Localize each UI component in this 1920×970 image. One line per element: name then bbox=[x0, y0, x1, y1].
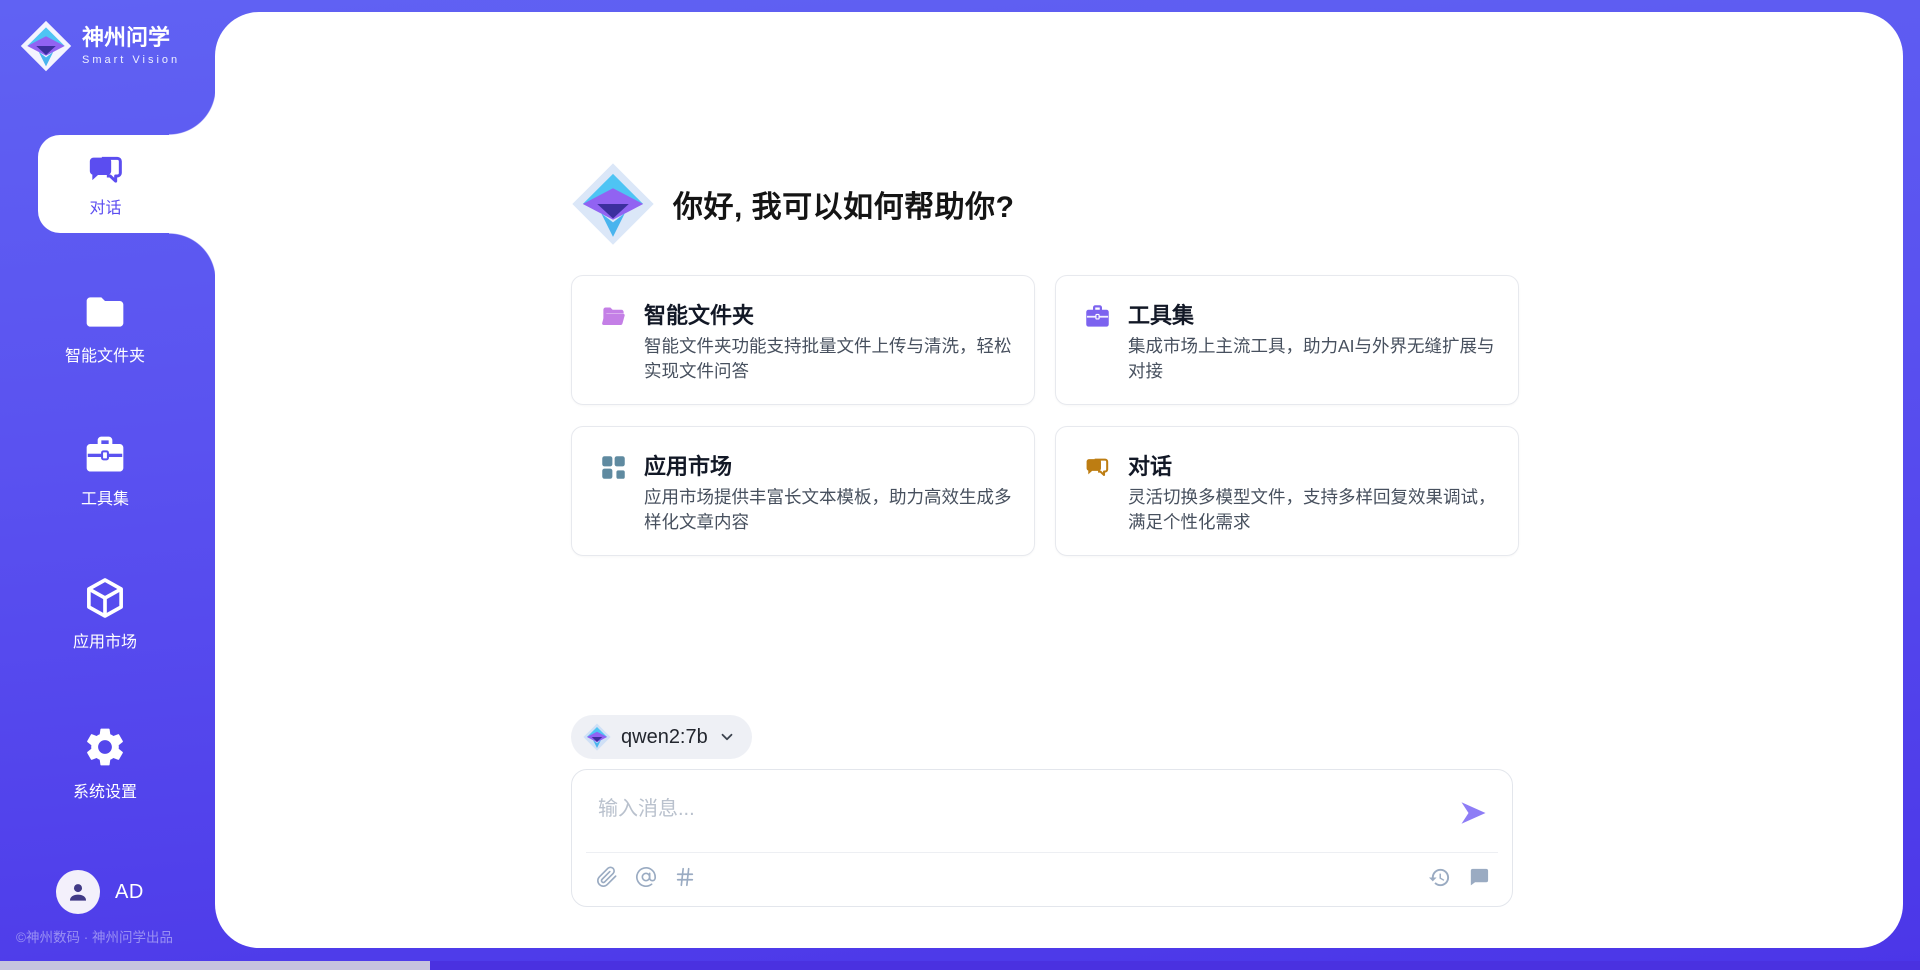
active-tab-fillet-bottom bbox=[169, 233, 216, 280]
paperclip-icon bbox=[596, 866, 618, 888]
brand-subtitle: Smart Vision bbox=[82, 54, 180, 66]
card-title: 应用市场 bbox=[644, 449, 732, 481]
card-description: 智能文件夹功能支持批量文件上传与清洗，轻松实现文件问答 bbox=[644, 334, 1012, 385]
horizontal-scrollbar[interactable] bbox=[0, 961, 1920, 970]
brand-diamond-logo bbox=[571, 162, 655, 246]
sidebar-item-label: 对话 bbox=[89, 194, 121, 218]
gear-icon bbox=[82, 724, 128, 770]
sidebar-item-label: 系统设置 bbox=[73, 778, 137, 802]
briefcase-icon bbox=[83, 433, 127, 477]
greeting-row: 你好, 我可以如何帮助你? bbox=[571, 162, 1015, 246]
app-window: 你好, 我可以如何帮助你? 智能文件夹 智能文件夹功能支持批量文件上传与清洗，轻… bbox=[0, 0, 1920, 970]
card-chat[interactable]: 对话 灵活切换多模型文件，支持多样回复效果调试，满足个性化需求 bbox=[1055, 426, 1519, 556]
user-name: AD bbox=[115, 881, 144, 904]
sidebar-item-app-market[interactable]: 应用市场 bbox=[0, 576, 210, 652]
history-button[interactable] bbox=[1428, 866, 1451, 889]
main-panel: 你好, 我可以如何帮助你? 智能文件夹 智能文件夹功能支持批量文件上传与清洗，轻… bbox=[215, 12, 1903, 948]
card-app-market[interactable]: 应用市场 应用市场提供丰富长文本模板，助力高效生成多样化文章内容 bbox=[571, 426, 1035, 556]
chevron-down-icon bbox=[718, 728, 736, 746]
message-input[interactable] bbox=[596, 790, 1420, 846]
send-button[interactable] bbox=[1458, 798, 1488, 828]
card-description: 集成市场上主流工具，助力AI与外界无缝扩展与对接 bbox=[1128, 334, 1496, 385]
apps-grid-icon bbox=[600, 454, 627, 481]
cube-icon bbox=[83, 576, 127, 620]
mention-button[interactable] bbox=[635, 866, 657, 888]
avatar bbox=[56, 870, 100, 914]
sidebar: 神州问学 Smart Vision 对话 智能文件夹 bbox=[0, 0, 215, 970]
composer-divider bbox=[586, 852, 1498, 853]
hashtag-button[interactable] bbox=[674, 866, 696, 888]
scrollbar-thumb[interactable] bbox=[0, 961, 430, 970]
card-title: 智能文件夹 bbox=[644, 298, 754, 330]
brand-name: 神州问学 bbox=[82, 26, 180, 50]
message-composer bbox=[571, 769, 1513, 907]
sidebar-item-label: 工具集 bbox=[81, 485, 129, 509]
model-name: qwen2:7b bbox=[621, 726, 708, 749]
briefcase-icon bbox=[1084, 303, 1111, 330]
card-title: 工具集 bbox=[1128, 298, 1194, 330]
send-icon bbox=[1458, 798, 1488, 828]
chat-square-icon bbox=[1467, 866, 1490, 889]
composer-tools-right bbox=[1428, 866, 1490, 889]
history-icon bbox=[1428, 866, 1451, 889]
model-selector[interactable]: qwen2:7b bbox=[571, 715, 752, 759]
chat-bubbles-icon bbox=[1084, 454, 1111, 481]
feature-cards: 智能文件夹 智能文件夹功能支持批量文件上传与清洗，轻松实现文件问答 工具集 集成… bbox=[571, 275, 1519, 556]
composer-tools-left bbox=[596, 866, 696, 888]
attach-file-button[interactable] bbox=[596, 866, 618, 888]
conversation-button[interactable] bbox=[1467, 866, 1490, 889]
folder-open-icon bbox=[600, 303, 627, 330]
person-icon bbox=[65, 879, 91, 905]
sidebar-item-settings[interactable]: 系统设置 bbox=[0, 724, 210, 802]
card-description: 应用市场提供丰富长文本模板，助力高效生成多样化文章内容 bbox=[644, 485, 1012, 536]
at-sign-icon bbox=[635, 866, 657, 888]
card-title: 对话 bbox=[1128, 449, 1172, 481]
folder-icon bbox=[83, 290, 127, 334]
sidebar-item-label: 智能文件夹 bbox=[65, 342, 145, 366]
user-profile[interactable]: AD bbox=[56, 870, 144, 914]
hash-icon bbox=[674, 866, 696, 888]
brand-logo-row: 神州问学 Smart Vision bbox=[20, 20, 180, 72]
card-smart-folder[interactable]: 智能文件夹 智能文件夹功能支持批量文件上传与清洗，轻松实现文件问答 bbox=[571, 275, 1035, 405]
sidebar-item-chat[interactable]: 对话 bbox=[38, 135, 217, 233]
model-diamond-icon bbox=[583, 723, 611, 751]
chat-bubbles-icon bbox=[86, 150, 126, 190]
copyright-footer: ©神州数码 · 神州问学出品 bbox=[16, 926, 173, 946]
card-description: 灵活切换多模型文件，支持多样回复效果调试，满足个性化需求 bbox=[1128, 485, 1496, 536]
sidebar-diamond-logo bbox=[20, 20, 72, 72]
card-toolset[interactable]: 工具集 集成市场上主流工具，助力AI与外界无缝扩展与对接 bbox=[1055, 275, 1519, 405]
sidebar-item-smart-folder[interactable]: 智能文件夹 bbox=[0, 290, 210, 366]
sidebar-item-label: 应用市场 bbox=[73, 628, 137, 652]
greeting-title: 你好, 我可以如何帮助你? bbox=[673, 182, 1015, 226]
active-tab-fillet-top bbox=[169, 88, 216, 135]
sidebar-item-toolset[interactable]: 工具集 bbox=[0, 433, 210, 509]
